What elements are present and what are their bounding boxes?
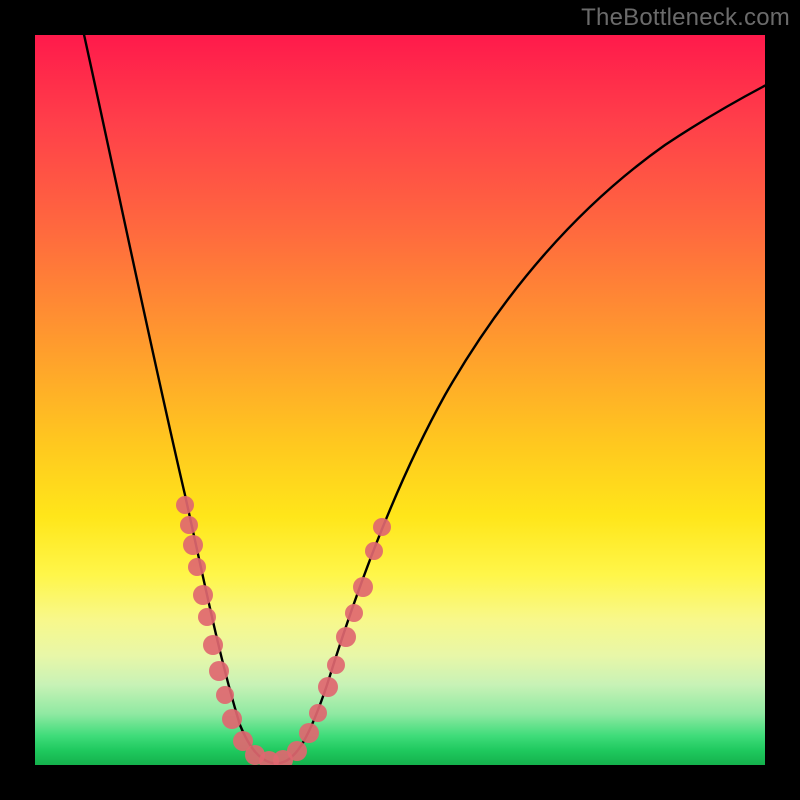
chart-frame: TheBottleneck.com bbox=[0, 0, 800, 800]
plot-area bbox=[35, 35, 765, 765]
watermark-text: TheBottleneck.com bbox=[581, 4, 790, 32]
highlight-beads bbox=[176, 496, 391, 765]
bottleneck-curve bbox=[83, 35, 765, 763]
curve-svg bbox=[35, 35, 765, 765]
